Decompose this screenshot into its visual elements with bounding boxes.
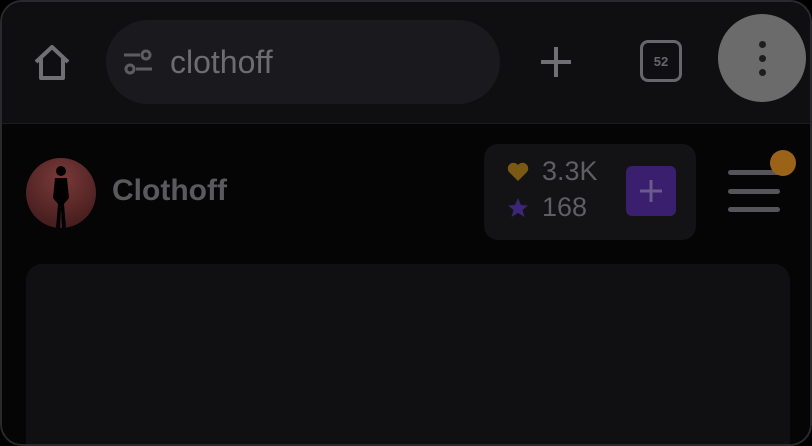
site-menu-button[interactable] <box>728 170 780 212</box>
tab-switcher-button[interactable]: 52 <box>640 40 682 82</box>
tune-icon[interactable] <box>120 46 156 78</box>
site-content: Clothoff 3.3K 168 <box>2 124 810 444</box>
hero-image-placeholder <box>26 264 790 444</box>
heart-coin-icon <box>507 162 529 181</box>
star-balance-row: 168 <box>506 192 587 223</box>
browser-menu-button[interactable] <box>718 14 806 102</box>
coin-balance-row: 3.3K <box>506 156 598 187</box>
star-icon <box>508 197 528 217</box>
home-button[interactable] <box>28 40 76 84</box>
star-balance: 168 <box>542 192 588 222</box>
notification-dot <box>770 150 796 176</box>
site-brand-name[interactable]: Clothoff <box>112 174 227 208</box>
balance-card: 3.3K 168 <box>484 144 696 240</box>
coin-balance: 3.3K <box>542 156 598 186</box>
address-bar[interactable] <box>106 20 500 104</box>
plus-icon <box>541 47 571 77</box>
tab-count: 52 <box>653 53 669 69</box>
browser-toolbar: 52 <box>2 2 810 124</box>
buy-credits-button[interactable] <box>626 166 676 216</box>
silhouette-logo-icon <box>53 166 69 228</box>
plus-icon <box>640 180 662 202</box>
home-icon <box>34 45 70 80</box>
logo-avatar[interactable] <box>26 158 96 228</box>
new-tab-button[interactable] <box>534 40 578 84</box>
url-input[interactable] <box>170 40 480 84</box>
device-frame: 52 Clothoff 3.3K 168 <box>0 0 812 446</box>
more-vert-icon <box>758 40 766 76</box>
